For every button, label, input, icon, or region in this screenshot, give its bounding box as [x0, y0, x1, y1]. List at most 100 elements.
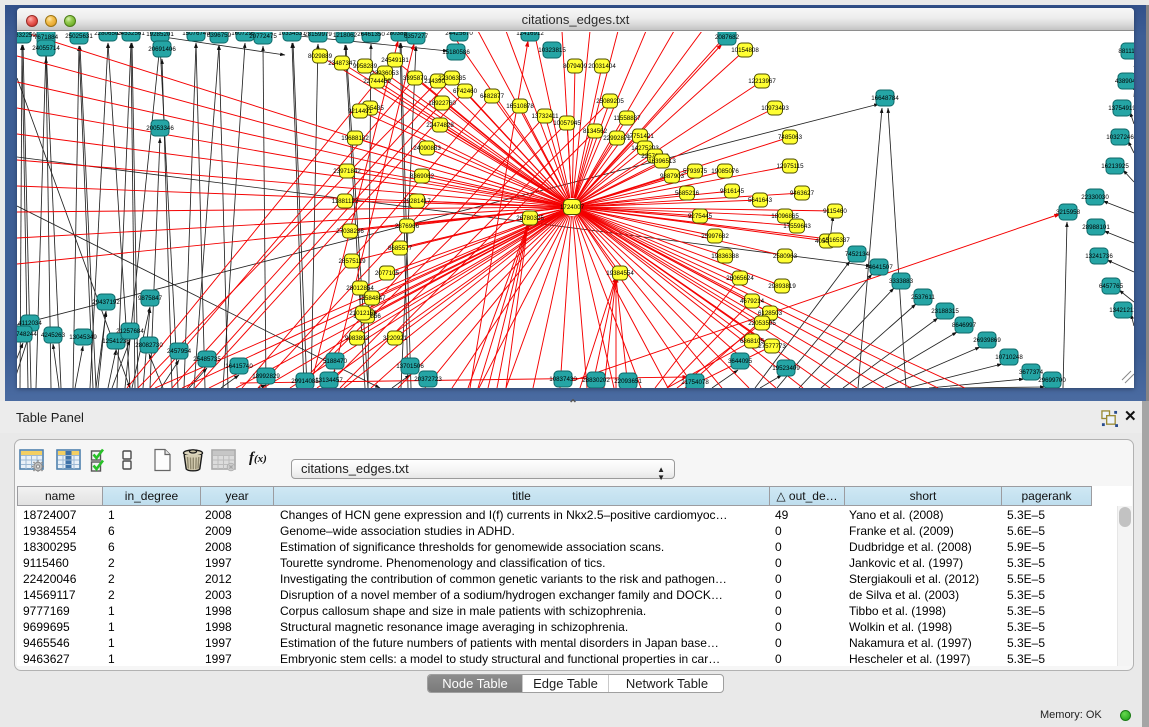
- svg-text:17751421: 17751421: [626, 133, 654, 140]
- svg-text:28830202: 28830202: [582, 377, 610, 384]
- svg-text:8134562: 8134562: [583, 128, 608, 135]
- svg-text:2580963: 2580963: [773, 253, 798, 260]
- svg-text:10154808: 10154808: [731, 47, 759, 54]
- svg-text:21754078: 21754078: [681, 379, 709, 386]
- svg-text:23971842: 23971842: [333, 168, 361, 175]
- svg-text:9887903: 9887903: [660, 173, 685, 180]
- svg-text:9463627: 9463627: [790, 190, 815, 197]
- svg-text:15180586: 15180586: [442, 49, 470, 56]
- svg-text:1218062: 1218062: [333, 32, 358, 39]
- svg-text:26939869: 26939869: [973, 337, 1001, 344]
- svg-text:9214491: 9214491: [348, 108, 373, 115]
- svg-text:29281417: 29281417: [403, 198, 431, 205]
- svg-text:3220921: 3220921: [383, 335, 408, 342]
- svg-text:28575119: 28575119: [338, 258, 366, 265]
- svg-text:9275445: 9275445: [688, 213, 713, 220]
- svg-text:5188470: 5188470: [323, 358, 348, 365]
- svg-text:2876966: 2876966: [395, 223, 420, 230]
- svg-text:13732411: 13732411: [531, 113, 559, 120]
- svg-text:19384554: 19384554: [606, 270, 634, 277]
- svg-text:13754919: 13754919: [1108, 105, 1134, 112]
- svg-text:22053595: 22053595: [748, 320, 776, 327]
- svg-text:8811165: 8811165: [1118, 48, 1134, 55]
- svg-text:2537611: 2537611: [911, 294, 935, 301]
- svg-text:28159979: 28159979: [304, 32, 332, 38]
- svg-text:26065624: 26065624: [726, 275, 754, 282]
- svg-text:20372723: 20372723: [414, 376, 442, 383]
- svg-text:13748244: 13748244: [17, 331, 37, 338]
- svg-text:4245263: 4245263: [41, 332, 66, 339]
- svg-text:5685216: 5685216: [675, 190, 700, 197]
- svg-text:3215958: 3215958: [1056, 209, 1081, 216]
- svg-text:26780325: 26780325: [516, 215, 544, 222]
- svg-text:5793975: 5793975: [683, 168, 708, 175]
- svg-text:29893819: 29893819: [768, 283, 796, 290]
- svg-text:23188315: 23188315: [931, 308, 959, 315]
- svg-text:3677374: 3677374: [1019, 369, 1044, 376]
- svg-text:4389045: 4389045: [1115, 78, 1134, 85]
- svg-text:16213925: 16213925: [1101, 163, 1129, 170]
- svg-text:17559643: 17559643: [783, 223, 811, 230]
- svg-text:24055714: 24055714: [32, 45, 60, 52]
- svg-text:22744459: 22744459: [363, 78, 391, 85]
- svg-text:19688132: 19688132: [341, 135, 369, 142]
- svg-text:29699700: 29699700: [1038, 377, 1066, 384]
- svg-text:12975115: 12975115: [776, 163, 804, 170]
- svg-text:13045349: 13045349: [69, 334, 97, 341]
- svg-text:21257684: 21257684: [116, 328, 144, 335]
- svg-text:2457954: 2457954: [167, 348, 192, 355]
- svg-text:2087682: 2087682: [715, 34, 740, 41]
- svg-text:20691406: 20691406: [148, 46, 176, 53]
- svg-text:9115460: 9115460: [823, 208, 847, 215]
- svg-text:8396759: 8396759: [207, 32, 232, 39]
- svg-text:19085076: 19085076: [711, 168, 739, 175]
- svg-text:28988101: 28988101: [1082, 224, 1110, 231]
- svg-text:1724007: 1724007: [560, 204, 585, 211]
- svg-text:20031404: 20031404: [588, 63, 616, 70]
- svg-text:13241736: 13241736: [1085, 253, 1113, 260]
- svg-text:3333883: 3333883: [889, 278, 914, 285]
- svg-text:22330030: 22330030: [1081, 194, 1109, 201]
- svg-text:18922760: 18922760: [428, 100, 456, 107]
- svg-text:10057945: 10057945: [553, 120, 581, 127]
- svg-text:20053346: 20053346: [146, 125, 174, 132]
- svg-text:19836388: 19836388: [711, 253, 739, 260]
- svg-text:7452134: 7452134: [845, 251, 870, 258]
- svg-text:10327246: 10327246: [1106, 134, 1134, 141]
- svg-text:12416912: 12416912: [516, 32, 544, 37]
- svg-text:9983893: 9983893: [345, 335, 370, 342]
- svg-text:10973493: 10973493: [761, 105, 789, 112]
- svg-text:6457765: 6457765: [1099, 283, 1124, 290]
- svg-text:21012166: 21012166: [349, 310, 377, 317]
- svg-text:16415740: 16415740: [225, 363, 253, 370]
- svg-text:8369062: 8369062: [410, 173, 435, 180]
- svg-text:19285201: 19285201: [146, 32, 174, 38]
- svg-text:25089205: 25089205: [596, 98, 624, 105]
- svg-text:6357277: 6357277: [404, 33, 429, 40]
- svg-text:8646997: 8646997: [952, 322, 977, 329]
- svg-text:22093651: 22093651: [614, 378, 642, 385]
- svg-text:10837430: 10837430: [549, 376, 577, 383]
- svg-text:3644095: 3644095: [728, 358, 753, 365]
- svg-text:24425670: 24425670: [445, 32, 473, 37]
- svg-text:27577773: 27577773: [758, 343, 786, 350]
- svg-text:22474828: 22474828: [426, 122, 454, 129]
- svg-text:11584847: 11584847: [358, 295, 386, 302]
- svg-text:22306335: 22306335: [438, 75, 466, 82]
- svg-text:9816145: 9816145: [720, 188, 745, 195]
- svg-text:18992829: 18992829: [252, 373, 280, 380]
- svg-text:16510878: 16510878: [506, 103, 534, 110]
- svg-text:7485063: 7485063: [778, 134, 803, 141]
- svg-text:16648784: 16648784: [871, 95, 899, 102]
- svg-text:24641507: 24641507: [865, 264, 893, 271]
- svg-text:29437192: 29437192: [92, 299, 120, 306]
- svg-text:16396513: 16396513: [648, 158, 676, 165]
- svg-text:25997682: 25997682: [701, 233, 729, 240]
- svg-text:8079409: 8079409: [563, 63, 588, 70]
- svg-text:9875847: 9875847: [138, 295, 163, 302]
- svg-text:13701506: 13701506: [396, 363, 424, 370]
- svg-text:13421212: 13421212: [1109, 307, 1134, 314]
- svg-text:10710248: 10710248: [995, 354, 1023, 361]
- svg-text:10334531: 10334531: [278, 32, 306, 37]
- svg-text:20772475: 20772475: [249, 33, 277, 40]
